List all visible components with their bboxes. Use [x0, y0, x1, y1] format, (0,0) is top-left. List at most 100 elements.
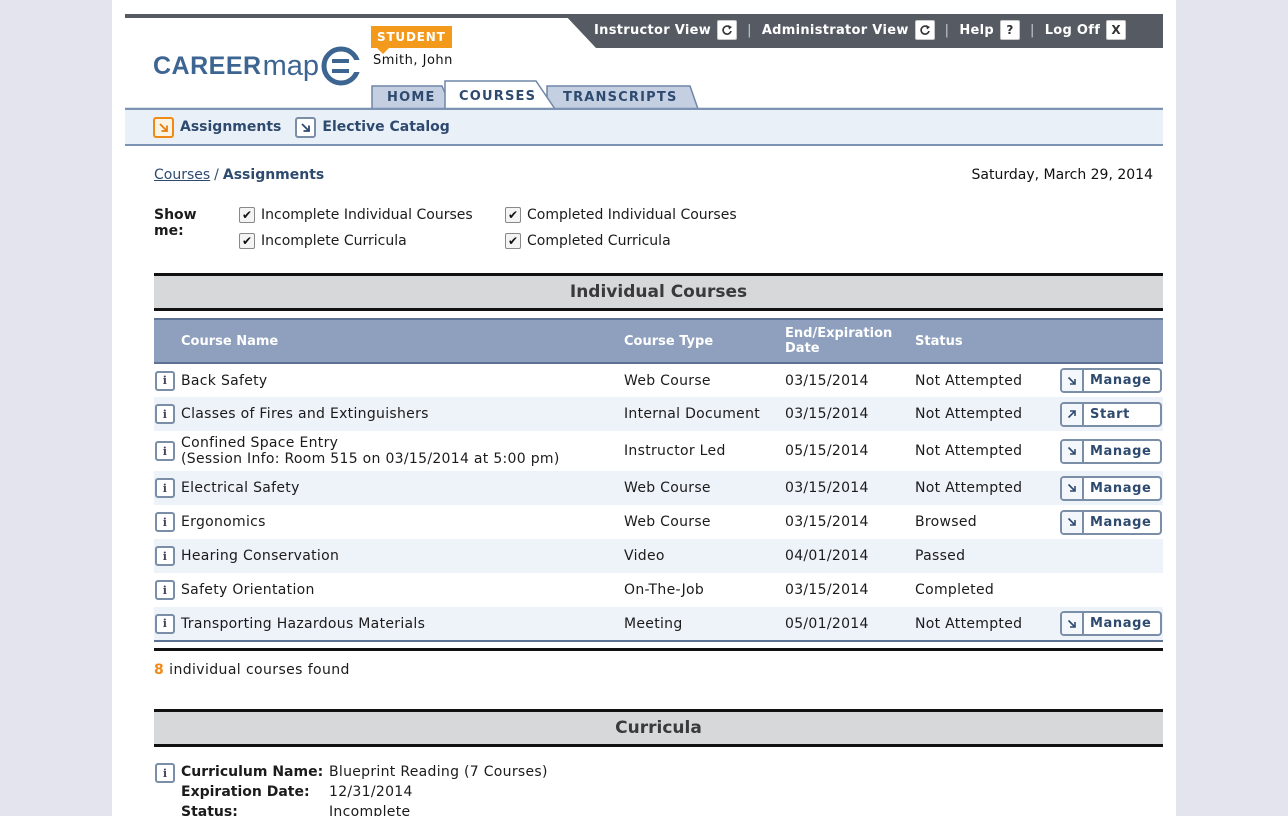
curriculum-expiration-label: Expiration Date:	[181, 784, 310, 800]
topbar-items: Instructor View | Administrator View | H…	[594, 14, 1127, 46]
courses-found-text: individual courses found	[169, 662, 350, 678]
refresh-icon	[914, 20, 935, 40]
course-type: Meeting	[624, 615, 683, 632]
course-date: 03/15/2014	[785, 582, 869, 598]
curriculum-name-value: Blueprint Reading (7 Courses)	[329, 764, 548, 780]
course-name: Electrical Safety	[181, 480, 300, 496]
start-button[interactable]: Start	[1060, 401, 1162, 427]
info-icon[interactable]: i	[155, 580, 175, 600]
column-header-course-type[interactable]: Course Type	[624, 319, 785, 363]
info-icon[interactable]: i	[155, 404, 175, 424]
table-row: i Electrical Safety Web Course 03/15/201…	[154, 471, 1163, 505]
course-status: Not Attempted	[915, 372, 1023, 389]
course-name: Transporting Hazardous Materials	[181, 615, 426, 632]
filter-incomplete-curricula-label: Incomplete Curricula	[261, 233, 407, 249]
tab-transcripts[interactable]: TRANSCRIPTS	[563, 90, 678, 105]
manage-button[interactable]: Manage	[1060, 438, 1162, 464]
topbar-separator: |	[1030, 22, 1035, 38]
manage-button[interactable]: Manage	[1060, 368, 1162, 393]
tab-courses[interactable]: COURSES	[459, 89, 536, 104]
main-tabs: HOME COURSES TRANSCRIPTS	[112, 78, 1176, 110]
course-name: Safety Orientation	[181, 582, 315, 598]
table-row: i Hearing Conservation Video 04/01/2014 …	[154, 539, 1163, 573]
curriculum-name-label: Curriculum Name:	[181, 764, 324, 780]
course-status: Completed	[915, 582, 995, 598]
checkmark-icon[interactable]: ✔	[505, 207, 521, 223]
course-status: Passed	[915, 548, 966, 564]
table-row: i Confined Space Entry (Session Info: Ro…	[154, 431, 1163, 471]
instructor-view-link[interactable]: Instructor View	[594, 20, 738, 40]
filter-completed-curricula-label: Completed Curricula	[527, 233, 671, 249]
logo-text-career: CAREER	[153, 51, 262, 80]
tab-home[interactable]: HOME	[387, 90, 436, 105]
log-off-label: Log Off	[1044, 22, 1101, 38]
info-icon[interactable]: i	[155, 613, 175, 634]
topbar-separator: |	[944, 22, 950, 38]
course-type: Internal Document	[624, 406, 761, 422]
info-icon[interactable]: i	[155, 763, 175, 783]
filter-completed-curricula[interactable]: ✔ Completed Curricula	[505, 233, 671, 249]
log-off-link[interactable]: Log Off X	[1045, 20, 1127, 40]
course-status: Not Attempted	[915, 406, 1023, 422]
curriculum-expiration-value: 12/31/2014	[329, 784, 413, 800]
courses-found-count: 8 individual courses found	[154, 662, 350, 678]
info-icon[interactable]: i	[155, 546, 175, 566]
subnav-elective-catalog-label: Elective Catalog	[322, 119, 450, 135]
course-name-cell: Confined Space Entry (Session Info: Room…	[181, 431, 624, 471]
course-name: Classes of Fires and Extinguishers	[181, 406, 429, 422]
page: Instructor View | Administrator View | H…	[112, 0, 1176, 816]
arrow-down-right-icon	[1062, 370, 1084, 391]
help-link[interactable]: Help ?	[959, 20, 1020, 40]
arrow-down-right-icon	[295, 116, 317, 138]
course-date: 03/15/2014	[785, 480, 869, 496]
course-type: Instructor Led	[624, 443, 726, 459]
filter-completed-individual[interactable]: ✔ Completed Individual Courses	[505, 207, 737, 223]
table-row: i Ergonomics Web Course 03/15/2014 Brows…	[154, 505, 1163, 539]
curriculum-status-value: Incomplete	[329, 804, 411, 816]
arrow-up-right-icon	[1062, 403, 1084, 425]
close-icon: X	[1106, 20, 1127, 40]
filter-incomplete-individual[interactable]: ✔ Incomplete Individual Courses	[239, 207, 473, 223]
course-type: Web Course	[624, 372, 711, 389]
refresh-icon	[717, 20, 738, 40]
course-date: 05/15/2014	[785, 443, 869, 459]
breadcrumb: Courses / Assignments	[154, 167, 324, 183]
course-status: Browsed	[915, 514, 977, 530]
arrow-down-right-icon	[153, 116, 174, 138]
breadcrumb-separator: /	[214, 167, 219, 183]
info-icon[interactable]: i	[155, 441, 175, 461]
course-status: Not Attempted	[915, 480, 1023, 496]
subnav-assignments[interactable]: Assignments	[153, 116, 282, 138]
arrow-down-right-icon	[1062, 440, 1084, 462]
column-header-date[interactable]: End/Expiration Date	[785, 319, 915, 363]
sub-navigation: Assignments Elective Catalog	[125, 108, 1163, 146]
manage-button[interactable]: Manage	[1060, 611, 1162, 636]
manage-button-label: Manage	[1090, 480, 1152, 496]
info-icon[interactable]: i	[155, 478, 175, 498]
checkmark-icon[interactable]: ✔	[239, 233, 255, 249]
breadcrumb-courses-link[interactable]: Courses	[154, 167, 210, 183]
table-row: i Safety Orientation On-The-Job 03/15/20…	[154, 573, 1163, 607]
course-date: 03/15/2014	[785, 406, 869, 422]
course-type: Web Course	[624, 514, 711, 530]
manage-button-label: Manage	[1090, 373, 1152, 388]
info-icon[interactable]: i	[155, 512, 175, 532]
subnav-assignments-label: Assignments	[180, 119, 282, 135]
administrator-view-label: Administrator View	[761, 22, 909, 38]
arrow-down-right-icon	[1062, 613, 1084, 634]
subnav-elective-catalog[interactable]: Elective Catalog	[295, 116, 450, 138]
manage-button[interactable]: Manage	[1060, 475, 1162, 501]
checkmark-icon[interactable]: ✔	[239, 207, 255, 223]
column-header-course-name[interactable]: Course Name	[181, 319, 624, 363]
filter-incomplete-curricula[interactable]: ✔ Incomplete Curricula	[239, 233, 407, 249]
info-icon[interactable]: i	[155, 370, 175, 391]
table-row: i Transporting Hazardous Materials Meeti…	[154, 607, 1163, 641]
administrator-view-link[interactable]: Administrator View	[762, 20, 935, 40]
manage-button-label: Manage	[1090, 443, 1152, 459]
table-header-row: Course Name Course Type End/Expiration D…	[154, 319, 1163, 363]
course-date: 04/01/2014	[785, 548, 869, 564]
manage-button[interactable]: Manage	[1060, 509, 1162, 535]
column-header-status[interactable]: Status	[915, 319, 1060, 363]
filters-label: Show me:	[154, 207, 197, 239]
checkmark-icon[interactable]: ✔	[505, 233, 521, 249]
